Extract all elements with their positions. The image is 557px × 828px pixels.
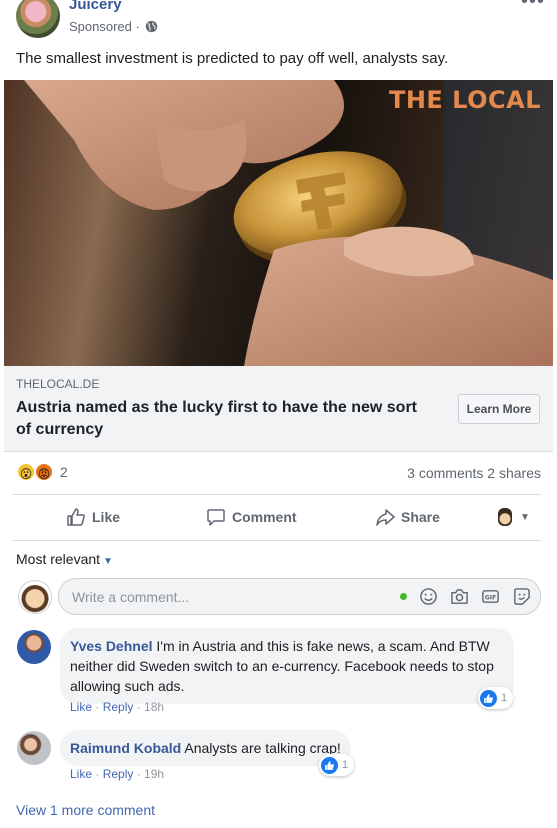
comment-author[interactable]: Raimund Kobald [70,740,181,756]
thumbs-up-icon [67,508,85,526]
comment-reaction-badge[interactable]: 1 [319,754,355,776]
share-button[interactable]: Share [375,505,440,529]
comment-time[interactable]: 18h [144,700,164,714]
svg-text:GIF: GIF [485,594,497,601]
comment-meta: Like · Reply · 18h [70,700,165,714]
comment-text: Analysts are talking crap! [184,740,341,756]
learn-more-button[interactable]: Learn More [458,394,540,424]
avatar[interactable] [17,731,51,765]
page-avatar[interactable] [16,0,60,38]
comment-reply-link[interactable]: Reply [103,767,134,781]
avatar[interactable] [18,580,52,614]
emoji-icon[interactable] [419,587,438,606]
gif-icon[interactable]: GIF [481,587,500,606]
page-name-link[interactable]: Juicery [69,0,122,13]
globe-icon [145,20,158,33]
avatar[interactable] [17,630,51,664]
coin-photo [24,80,553,366]
comment-author[interactable]: Yves Dehnel [70,638,153,654]
post-header: Juicery Sponsored · ••• [0,0,557,44]
online-indicator [400,593,407,600]
view-more-comments-link[interactable]: View 1 more comment [16,802,155,818]
link-title[interactable]: Austria named as the lucky first to have… [16,397,436,441]
comment-reaction-count: 1 [342,759,349,771]
share-arrow-icon [376,509,395,526]
wow-icon[interactable]: 😮 [16,462,36,482]
link-info-box[interactable]: THELOCAL.DE Austria named as the lucky f… [4,366,553,452]
comment-reply-link[interactable]: Reply [103,700,134,714]
comment-time[interactable]: 19h [144,767,164,781]
comment-label: Comment [232,509,297,525]
thumbs-up-icon [321,756,338,774]
comment-meta: Like · Reply · 19h [70,767,165,781]
more-horizontal-icon[interactable]: ••• [521,0,545,13]
viewer-avatar [498,508,512,526]
sticker-icon[interactable] [512,587,531,606]
comment-reaction-badge[interactable]: 1 [478,687,514,709]
chevron-down-icon: ▼ [103,556,113,567]
comment-composer: GIF [0,578,557,618]
action-row: Like Comment Share ▼ [0,497,557,537]
thumbs-up-icon [480,689,497,707]
reaction-count[interactable]: 2 [60,464,68,480]
comment-bubble: Raimund Kobald Analysts are talking crap… [60,730,351,766]
chevron-down-icon: ▼ [520,511,530,523]
share-label: Share [401,509,440,525]
comment-like-link[interactable]: Like [70,700,92,714]
link-preview-image[interactable]: THE LOCAL [4,80,553,366]
sort-label: Most relevant [16,551,101,567]
divider [12,540,541,541]
image-brand-watermark: THE LOCAL [388,86,541,114]
post-text: The smallest investment is predicted to … [16,50,449,67]
sponsored-label: Sponsored · [69,19,140,34]
comment-bubble-icon [207,509,225,526]
comments-shares-count[interactable]: 3 comments 2 shares [407,465,541,481]
like-label: Like [92,509,121,525]
camera-icon[interactable] [450,587,469,606]
post-as-selector[interactable]: ▼ [498,505,530,529]
like-button[interactable]: Like [66,505,120,529]
comment-button[interactable]: Comment [206,505,297,529]
composer-tools: GIF [400,587,531,606]
comment-like-link[interactable]: Like [70,767,92,781]
comment-reaction-count: 1 [501,692,508,704]
comment-bubble: Yves Dehnel I'm in Austria and this is f… [60,628,514,704]
reactions-summary: 😮 😡 2 3 comments 2 shares [0,452,557,494]
link-domain: THELOCAL.DE [16,377,100,391]
divider [12,494,541,495]
comment-sort-selector[interactable]: Most relevant ▼ [16,551,113,567]
angry-icon[interactable]: 😡 [34,462,54,482]
